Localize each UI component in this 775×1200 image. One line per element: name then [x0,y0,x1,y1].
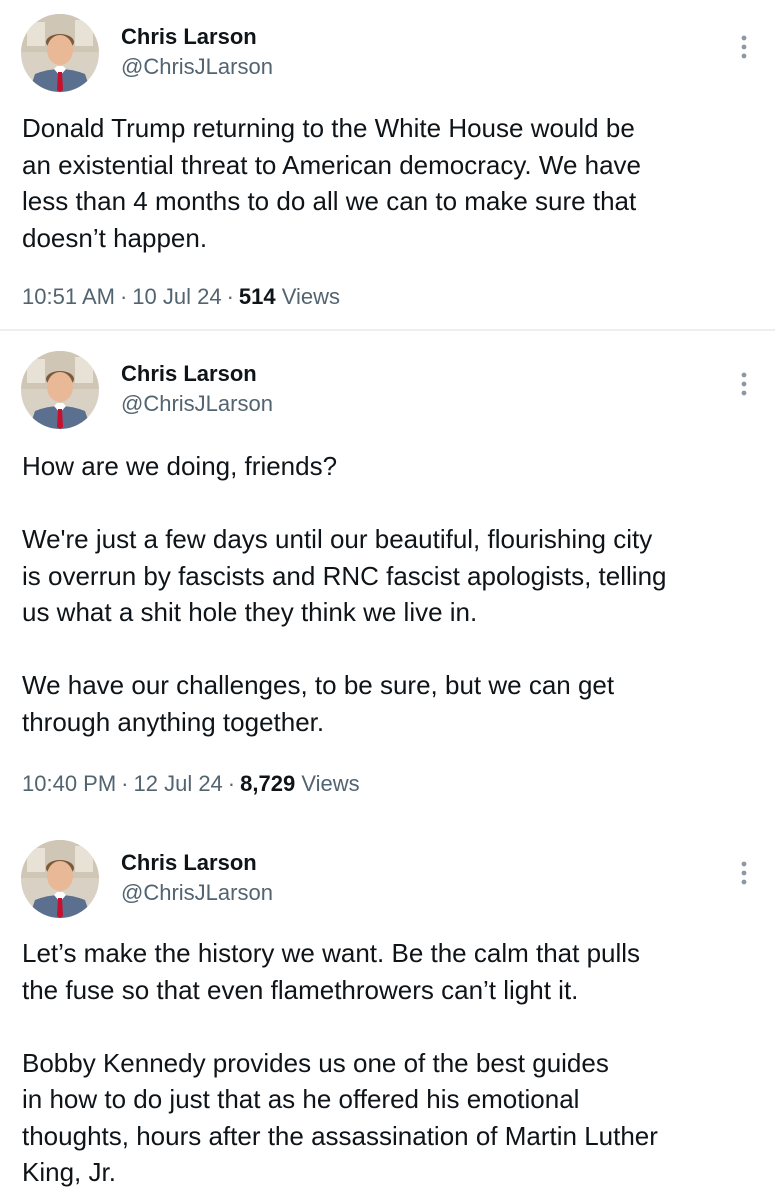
more-icon[interactable] [734,369,754,403]
tweet-meta: 10:51 AM · 10 Jul 24 · 514 Views [22,283,340,311]
avatar[interactable] [21,14,99,92]
separator: · [121,771,129,796]
tweet-line: through anything together. [22,706,325,737]
tweet-3[interactable]: Chris Larson @ChrisJLarson Let’s make th… [0,822,775,1200]
tweet-line: How are we doing, friends? [22,451,338,481]
tweet-line: thoughts, hours after the assassination … [22,1120,658,1151]
tweet-1[interactable]: Chris Larson @ChrisJLarson Donald Trump … [0,0,775,330]
tweet-line: Bobby Kennedy provides us one of the bes… [22,1047,609,1078]
tweet-line: the fuse so that even flamethrowers can’… [22,974,579,1005]
tweet-line: us what a shit hole they think we live i… [22,597,478,627]
tweet-line: doesn’t happen. [22,222,208,253]
tweet-line: an existential threat to American democr… [22,149,642,180]
tweet-line: Let’s make the history we want. Be the c… [22,938,641,968]
separator: · [227,771,236,796]
views-count[interactable]: 8,729 [240,771,295,796]
tweet-date[interactable]: 10 Jul 24 [132,284,221,309]
tweet-line: is overrun by fascists and RNC fascist a… [22,560,667,591]
tweet-line: in how to do just that as he offered his… [22,1084,580,1114]
tweet-date[interactable]: 12 Jul 24 [134,771,223,796]
tweet-line: less than 4 months to do all we can to m… [22,186,637,216]
divider [0,329,775,331]
separator: · [226,284,234,309]
author-handle[interactable]: @ChrisJLarson [121,54,273,80]
tweet-time[interactable]: 10:51 AM [22,284,115,309]
tweet-line: We're just a few days until our beautifu… [22,524,653,554]
more-icon[interactable] [734,858,754,892]
views-count[interactable]: 514 [239,284,276,309]
views-label: Views [281,284,341,309]
author-name[interactable]: Chris Larson [121,24,257,50]
tweet-2[interactable]: Chris Larson @ChrisJLarson How are we do… [0,333,775,820]
tweet-line: King, Jr. [22,1157,116,1187]
avatar-photo [21,840,99,918]
avatar[interactable] [21,840,99,918]
author-handle[interactable]: @ChrisJLarson [121,391,273,417]
tweet-text: Let’s make the history we want. Be the c… [22,935,762,1191]
author-handle[interactable]: @ChrisJLarson [121,880,273,906]
author-name[interactable]: Chris Larson [121,361,257,387]
avatar-photo [21,351,99,429]
avatar[interactable] [21,351,99,429]
tweet-line: We have our challenges, to be sure, but … [22,670,615,700]
tweet-text: Donald Trump returning to the White Hous… [22,110,762,256]
avatar-photo [21,14,99,92]
tweet-line: Donald Trump returning to the White Hous… [22,113,635,143]
tweet-meta: 10:40 PM · 12 Jul 24 · 8,729 Views [22,770,360,798]
tweet-text: How are we doing, friends? We're just a … [22,448,762,740]
tweet-time[interactable]: 10:40 PM [22,771,116,796]
separator: · [119,284,128,309]
more-icon[interactable] [734,32,754,66]
views-label: Views [301,771,360,796]
author-name[interactable]: Chris Larson [121,850,257,876]
